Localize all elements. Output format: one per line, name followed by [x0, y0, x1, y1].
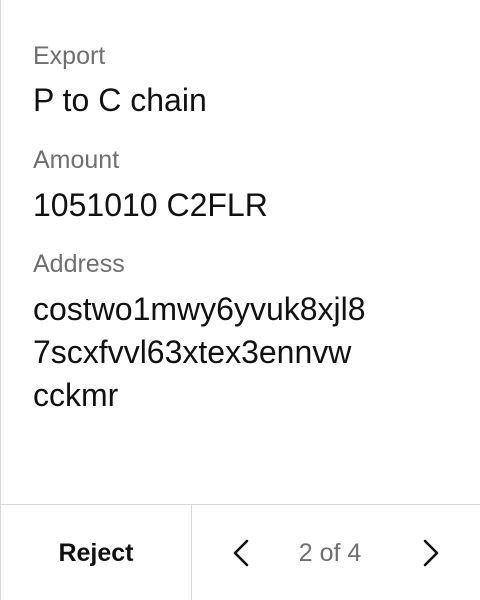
address-value: costwo1mwy6yvuk8xjl8 7scxfvvl63xtex3ennv…	[33, 288, 453, 417]
amount-value: 1051010 C2FLR	[33, 187, 268, 223]
address-line: costwo1mwy6yvuk8xjl8	[33, 291, 366, 327]
address-line: 7scxfvvl63xtex3ennvw	[33, 334, 352, 370]
pagination: 2 of 4	[192, 505, 480, 600]
chevron-right-icon	[423, 539, 439, 567]
review-screen: Export P to C chain Amount 1051010 C2FLR…	[0, 0, 480, 600]
reject-button[interactable]: Reject	[1, 505, 192, 600]
address-label: Address	[33, 250, 125, 278]
export-label: Export	[33, 42, 106, 70]
address-line: cckmr	[33, 377, 119, 413]
export-value: P to C chain	[33, 82, 207, 118]
next-page-button[interactable]	[410, 533, 450, 573]
action-footer: Reject 2 of 4	[1, 504, 480, 600]
amount-label: Amount	[33, 146, 120, 174]
